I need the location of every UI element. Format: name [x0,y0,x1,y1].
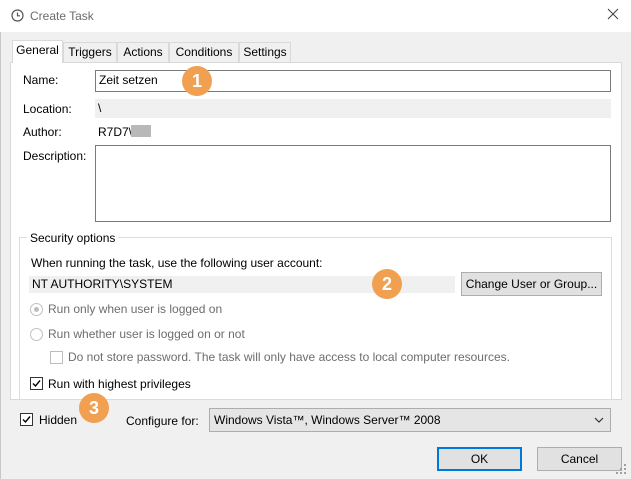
tab-conditions[interactable]: Conditions [169,42,239,62]
description-label: Description: [23,149,87,163]
configure-for-select[interactable]: Windows Vista™, Windows Server™ 2008 [209,408,611,432]
highest-privileges-checkbox[interactable] [30,377,43,390]
radio-logged-on[interactable] [30,303,43,316]
highest-privileges-label: Run with highest privileges [48,377,191,391]
security-options-title: Security options [27,231,119,245]
ok-button[interactable]: OK [437,447,522,471]
radio-whether-logged-on[interactable] [30,328,43,341]
radio-logged-on-label: Run only when user is logged on [48,302,223,316]
no-store-password-checkbox[interactable] [50,351,63,364]
author-value: R7D7\ [98,125,133,139]
account-prompt: When running the task, use the following… [31,256,323,270]
redacted-block [131,125,151,137]
close-icon[interactable] [605,6,621,22]
location-label: Location: [23,102,72,116]
tab-settings[interactable]: Settings [239,42,291,62]
radio-whether-logged-on-label: Run whether user is logged on or not [48,327,245,341]
change-user-button[interactable]: Change User or Group... [461,272,602,296]
author-label: Author: [23,125,62,139]
name-label: Name: [23,73,59,87]
tab-general[interactable]: General [12,40,63,63]
description-field[interactable] [95,145,611,222]
resize-grip-icon[interactable] [615,463,627,475]
clock-icon [11,9,24,22]
no-store-password-label: Do not store password. The task will onl… [68,350,510,364]
annotation-badge-1: 1 [182,66,212,96]
name-field[interactable]: Zeit setzen [95,70,611,92]
hidden-label: Hidden [39,413,78,427]
annotation-badge-2: 2 [372,269,402,299]
checkmark-icon [22,416,31,424]
configure-for-value: Windows Vista™, Windows Server™ 2008 [214,413,441,427]
configure-for-label: Configure for: [126,414,199,428]
annotation-badge-3: 3 [79,393,109,423]
chevron-down-icon [594,417,604,423]
title-bar [0,0,631,32]
tab-triggers[interactable]: Triggers [63,42,117,62]
cancel-button[interactable]: Cancel [537,447,622,471]
window-title: Create Task [30,9,94,23]
checkmark-icon [32,380,41,388]
hidden-checkbox[interactable] [20,413,33,426]
location-value: \ [95,99,611,118]
tab-actions[interactable]: Actions [117,42,169,62]
